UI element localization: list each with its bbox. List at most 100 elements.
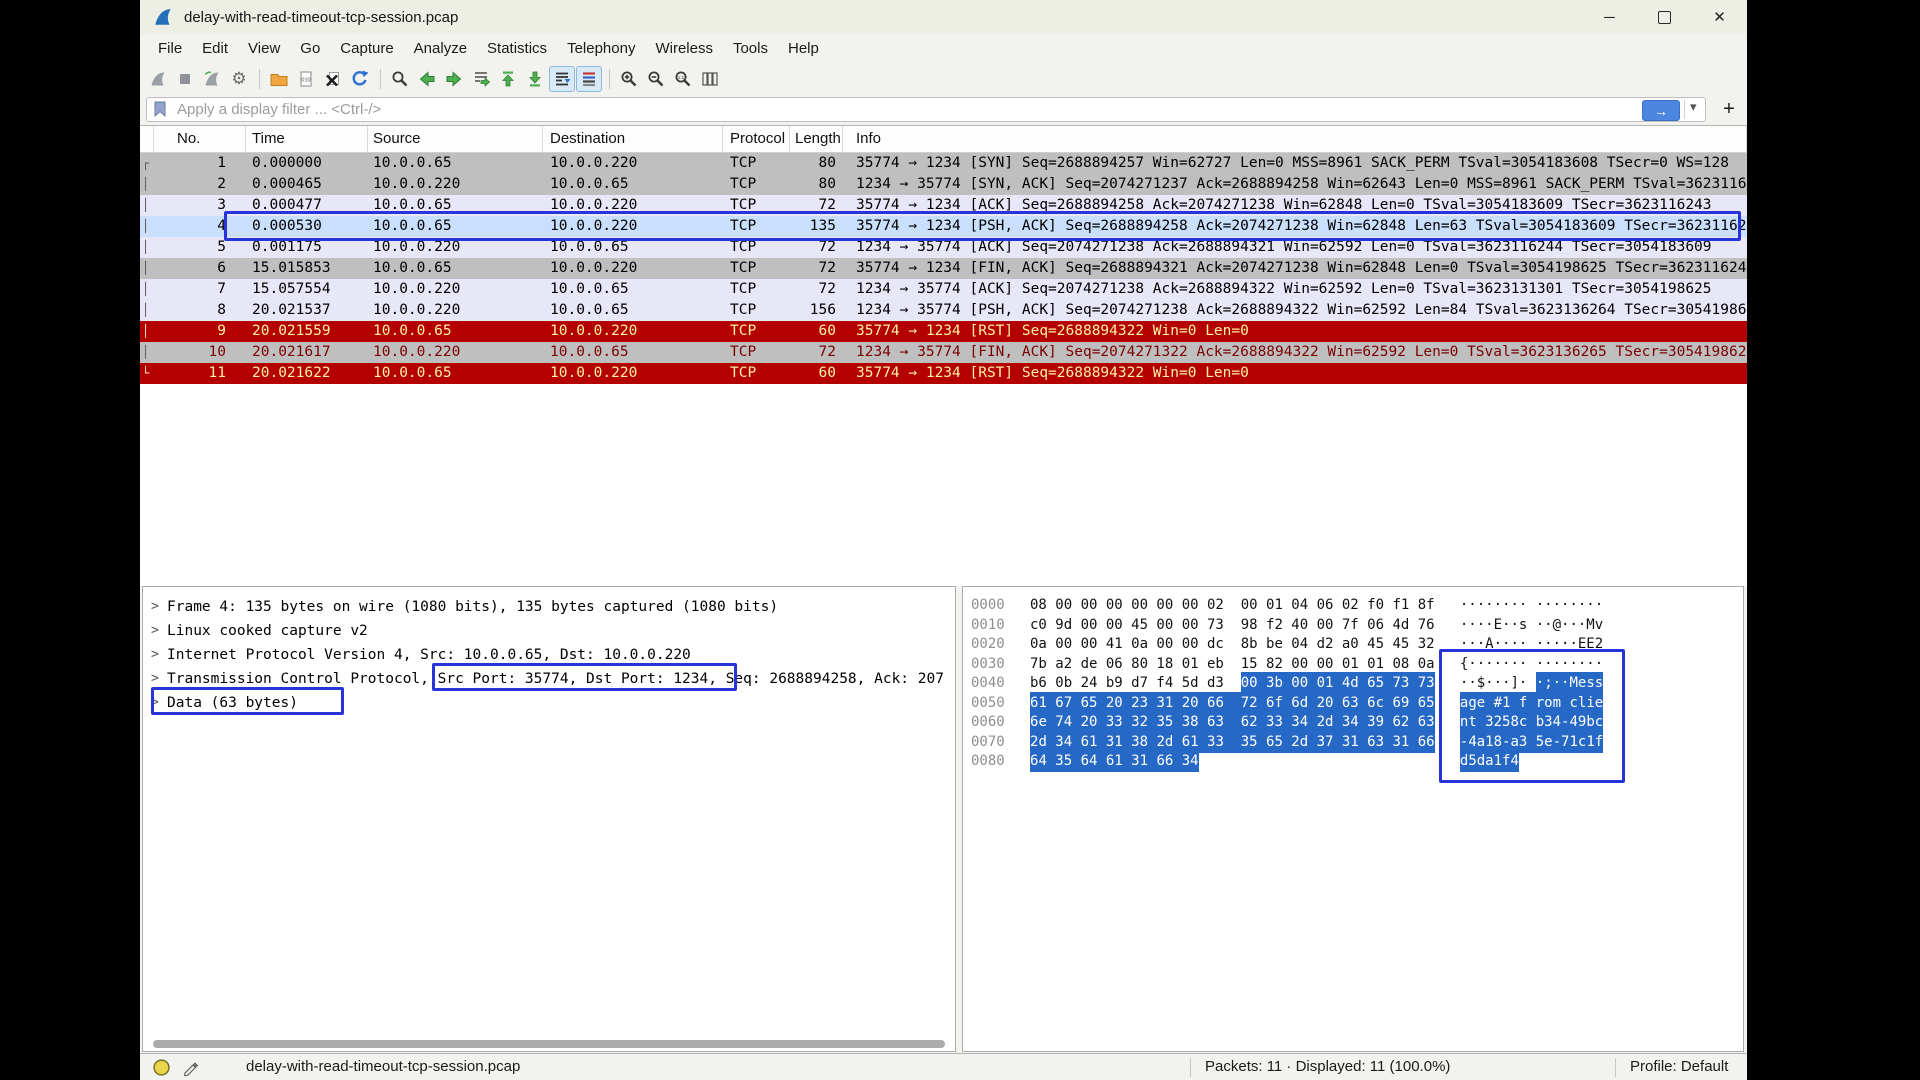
cell-tree: │	[140, 216, 154, 237]
packet-row-7[interactable]: │715.05755410.0.0.22010.0.0.65TCP721234 …	[140, 279, 1747, 300]
zoom-out-icon[interactable]	[643, 66, 669, 92]
detail-line[interactable]: >Data (63 bytes)	[151, 691, 955, 715]
expand-chevron-icon[interactable]: >	[151, 667, 167, 691]
zoom-in-icon[interactable]	[616, 66, 642, 92]
cell-info: 35774 → 1234 [FIN, ACK] Seq=2688894321 A…	[843, 258, 1747, 279]
minimize-button[interactable]: ─	[1582, 0, 1637, 34]
expand-chevron-icon[interactable]: >	[151, 643, 167, 667]
packet-detail-pane: >Frame 4: 135 bytes on wire (1080 bits),…	[142, 586, 956, 1052]
hex-offset: 0020	[971, 636, 1005, 652]
packet-row-3[interactable]: │30.00047710.0.0.6510.0.0.220TCP7235774 …	[140, 195, 1747, 216]
resize-columns-icon[interactable]	[697, 66, 723, 92]
save-file-icon[interactable]: 010	[293, 66, 319, 92]
start-capture-icon[interactable]	[145, 66, 171, 92]
packet-row-1[interactable]: ┌10.00000010.0.0.6510.0.0.220TCP8035774 …	[140, 153, 1747, 174]
close-file-icon[interactable]	[320, 66, 346, 92]
cell-tree: │	[140, 174, 154, 195]
auto-scroll-icon[interactable]	[549, 66, 575, 92]
expand-chevron-icon[interactable]: >	[151, 691, 167, 715]
filter-bookmark-icon[interactable]	[152, 100, 168, 123]
close-button[interactable]: ✕	[1692, 0, 1747, 34]
go-to-top-icon[interactable]	[495, 66, 521, 92]
cell-destination: 10.0.0.220	[543, 321, 723, 342]
toolbar-separator	[380, 69, 381, 89]
menu-item-statistics[interactable]: Statistics	[477, 34, 557, 64]
go-back-icon[interactable]	[414, 66, 440, 92]
expand-chevron-icon[interactable]: >	[151, 595, 167, 619]
find-packet-icon[interactable]	[387, 66, 413, 92]
cell-time: 15.015853	[246, 258, 368, 279]
hex-row[interactable]: 0000 08 00 00 00 00 00 00 02 00 01 04 06…	[971, 596, 1743, 616]
zoom-original-icon[interactable]: 1:1	[670, 66, 696, 92]
stop-capture-icon[interactable]	[172, 66, 198, 92]
detail-line[interactable]: >Internet Protocol Version 4, Src: 10.0.…	[151, 643, 955, 667]
hex-row[interactable]: 0080 64 35 64 61 31 66 34 d5da1f4	[971, 752, 1743, 772]
expert-info-icon[interactable]	[152, 1058, 171, 1080]
restart-capture-icon[interactable]	[199, 66, 225, 92]
status-profile[interactable]: Profile: Default	[1615, 1058, 1728, 1077]
detail-line[interactable]: >Frame 4: 135 bytes on wire (1080 bits),…	[151, 595, 955, 619]
cell-info: 1234 → 35774 [PSH, ACK] Seq=2074271238 A…	[843, 300, 1747, 321]
hex-row[interactable]: 0020 0a 00 00 41 0a 00 00 dc 8b be 04 d2…	[971, 635, 1743, 655]
hex-bytes	[1199, 753, 1460, 769]
packet-row-10[interactable]: │1020.02161710.0.0.22010.0.0.65TCP721234…	[140, 342, 1747, 363]
hex-highlighted: 6e 74 20 33 32 35 38 63 62 33 34 2d 34 3…	[1030, 711, 1435, 733]
cell-protocol: TCP	[723, 237, 790, 258]
menu-item-tools[interactable]: Tools	[723, 34, 778, 64]
detail-line[interactable]: >Transmission Control Protocol, Src Port…	[151, 667, 955, 691]
expand-chevron-icon[interactable]: >	[151, 619, 167, 643]
cell-time: 0.000477	[246, 195, 368, 216]
go-to-bottom-icon[interactable]	[522, 66, 548, 92]
display-filter-input[interactable]	[146, 97, 1706, 122]
hex-row[interactable]: 0040 b6 0b 24 b9 d7 f4 5d d3 00 3b 00 01…	[971, 674, 1743, 694]
detail-horizontal-scrollbar[interactable]	[153, 1040, 945, 1048]
column-header-protocol[interactable]: Protocol	[723, 126, 790, 152]
go-forward-icon[interactable]	[441, 66, 467, 92]
packet-row-2[interactable]: │20.00046510.0.0.22010.0.0.65TCP801234 →…	[140, 174, 1747, 195]
menu-item-view[interactable]: View	[238, 34, 290, 64]
packet-row-9[interactable]: │920.02155910.0.0.6510.0.0.220TCP6035774…	[140, 321, 1747, 342]
go-to-packet-icon[interactable]	[468, 66, 494, 92]
column-header-source[interactable]: Source	[368, 126, 543, 152]
packet-row-5[interactable]: │50.00117510.0.0.22010.0.0.65TCP721234 →…	[140, 237, 1747, 258]
packet-row-8[interactable]: │820.02153710.0.0.22010.0.0.65TCP1561234…	[140, 300, 1747, 321]
packet-row-4[interactable]: │40.00053010.0.0.6510.0.0.220TCP13535774…	[140, 216, 1747, 237]
add-filter-button-plus[interactable]: +	[1716, 96, 1742, 122]
window-title: delay-with-read-timeout-tcp-session.pcap	[184, 9, 458, 26]
column-header-info[interactable]: Info	[843, 126, 1747, 152]
menu-item-capture[interactable]: Capture	[330, 34, 403, 64]
colorize-icon[interactable]	[576, 66, 602, 92]
reload-file-icon[interactable]	[347, 66, 373, 92]
detail-line[interactable]: >Linux cooked capture v2	[151, 619, 955, 643]
detail-text: Frame 4: 135 bytes on wire (1080 bits), …	[167, 595, 778, 619]
menu-item-go[interactable]: Go	[290, 34, 330, 64]
capture-comment-pencil-icon[interactable]	[182, 1060, 198, 1080]
menu-item-analyze[interactable]: Analyze	[404, 34, 477, 64]
cell-destination: 10.0.0.220	[543, 195, 723, 216]
detail-text: Data (63 bytes)	[167, 691, 298, 715]
open-file-icon[interactable]	[266, 66, 292, 92]
hex-row[interactable]: 0060 6e 74 20 33 32 35 38 63 62 33 34 2d…	[971, 713, 1743, 733]
apply-filter-button[interactable]: →	[1642, 100, 1680, 121]
filter-dropdown-caret-icon[interactable]: ▾	[1690, 99, 1697, 115]
packet-row-11[interactable]: └1120.02162210.0.0.6510.0.0.220TCP603577…	[140, 363, 1747, 384]
menu-item-wireless[interactable]: Wireless	[645, 34, 723, 64]
cell-protocol: TCP	[723, 363, 790, 384]
menu-item-telephony[interactable]: Telephony	[557, 34, 645, 64]
screen: delay-with-read-timeout-tcp-session.pcap…	[0, 0, 1920, 1080]
column-header-destination[interactable]: Destination	[543, 126, 723, 152]
packet-row-6[interactable]: │615.01585310.0.0.6510.0.0.220TCP7235774…	[140, 258, 1747, 279]
capture-options-icon[interactable]: ⚙	[226, 66, 252, 92]
cell-length: 80	[790, 153, 843, 174]
column-header-length[interactable]: Length	[790, 126, 843, 152]
column-header-no[interactable]: No.	[154, 126, 246, 152]
cell-protocol: TCP	[723, 216, 790, 237]
menu-item-help[interactable]: Help	[778, 34, 829, 64]
hex-offset: 0070	[971, 734, 1005, 750]
maximize-button[interactable]	[1637, 0, 1692, 34]
cell-length: 72	[790, 279, 843, 300]
hex-row[interactable]: 0010 c0 9d 00 00 45 00 00 73 98 f2 40 00…	[971, 616, 1743, 636]
menu-item-edit[interactable]: Edit	[192, 34, 238, 64]
menu-item-file[interactable]: File	[148, 34, 192, 64]
column-header-time[interactable]: Time	[246, 126, 368, 152]
